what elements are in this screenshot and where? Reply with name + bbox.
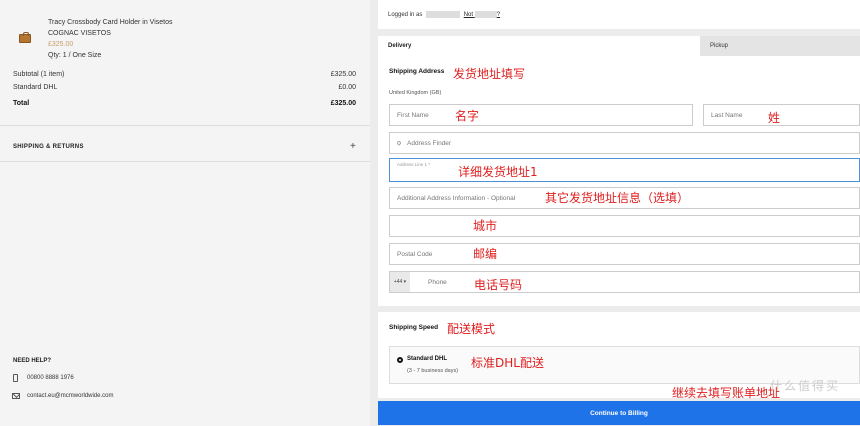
checkout-panel: Logged in as Not ? Delivery Pickup Shipp… bbox=[370, 0, 860, 426]
annotation-address-line1: 详细发货地址1 bbox=[458, 165, 538, 179]
postal-code-field[interactable]: Postal Code bbox=[389, 243, 860, 265]
option-days: (3 - 7 business days) bbox=[407, 368, 459, 374]
annotation-city: 城市 bbox=[473, 219, 498, 233]
subtotal-label: Subtotal (1 item) bbox=[13, 71, 65, 78]
annotation-postal-code: 邮编 bbox=[473, 247, 498, 261]
total-row: Total £325.00 bbox=[13, 100, 356, 107]
annotation-continue-billing: 继续去填写账单地址 bbox=[672, 386, 781, 400]
shipping-address-title: Shipping Address bbox=[389, 68, 445, 75]
annotation-shipping-mode: 配送模式 bbox=[447, 322, 496, 336]
need-help-heading: NEED HELP? bbox=[13, 358, 52, 364]
subtotal-row: Subtotal (1 item) £325.00 bbox=[13, 71, 356, 78]
shipping-value: £0.00 bbox=[338, 84, 356, 91]
total-value: £325.00 bbox=[330, 100, 356, 107]
product-brand: COGNAC VISETOS bbox=[48, 30, 111, 37]
shipping-returns-toggle[interactable]: SHIPPING & RETURNS bbox=[13, 144, 84, 150]
divider bbox=[0, 125, 370, 126]
subtotal-value: £325.00 bbox=[330, 71, 356, 78]
option-name: Standard DHL bbox=[407, 356, 448, 362]
annotation-phone: 电话号码 bbox=[474, 278, 523, 292]
radio-selected-icon[interactable] bbox=[397, 357, 403, 363]
logged-in-text: Logged in as Not ? bbox=[388, 11, 500, 18]
product-thumbnail bbox=[19, 32, 31, 43]
order-summary-panel: Tracy Crossbody Card Holder in Visetos C… bbox=[0, 0, 370, 426]
shipping-label: Standard DHL bbox=[13, 84, 58, 91]
product-price: £325.00 bbox=[48, 41, 74, 48]
shipping-form: Delivery Pickup Shipping Address United … bbox=[378, 36, 860, 306]
phone-prefix-select[interactable]: +44 ▾ bbox=[390, 272, 410, 292]
annotation-address-other: 其它发货地址信息（选填） bbox=[545, 191, 690, 205]
phone-field[interactable]: +44 ▾ Phone bbox=[389, 271, 860, 293]
tab-pickup[interactable]: Pickup bbox=[700, 36, 860, 56]
divider bbox=[0, 161, 370, 162]
redacted-email bbox=[426, 11, 461, 18]
product-qty: Qty: 1 / One Size bbox=[48, 52, 102, 59]
annotation-first-name: 名字 bbox=[455, 109, 480, 123]
plus-icon[interactable]: + bbox=[350, 141, 356, 152]
continue-to-billing-button[interactable]: Continue to Billing bbox=[378, 401, 860, 425]
shipping-row: Standard DHL £0.00 bbox=[13, 84, 356, 91]
total-label: Total bbox=[13, 100, 30, 107]
last-name-field[interactable]: Last Name bbox=[703, 104, 860, 126]
shipping-speed-title: Shipping Speed bbox=[389, 324, 439, 331]
not-user-link[interactable]: Not ? bbox=[464, 11, 500, 18]
support-email-link[interactable]: contact.eu@mcmworldwide.com bbox=[27, 393, 113, 399]
tab-delivery[interactable]: Delivery bbox=[378, 36, 700, 56]
support-phone-link[interactable]: 00800 8888 1976 bbox=[27, 375, 74, 381]
logged-in-label: Logged in as bbox=[388, 12, 423, 19]
mail-icon bbox=[12, 393, 20, 399]
country-label: United Kingdom (GB) bbox=[389, 90, 442, 96]
location-pin-icon bbox=[396, 140, 402, 146]
watermark: 什么值得买 bbox=[770, 379, 841, 393]
phone-icon bbox=[13, 374, 18, 382]
account-bar: Logged in as Not ? bbox=[378, 0, 860, 29]
annotation-shipping-address: 发货地址填写 bbox=[453, 67, 526, 81]
product-name: Tracy Crossbody Card Holder in Visetos bbox=[48, 19, 173, 26]
city-field[interactable] bbox=[389, 215, 860, 237]
annotation-standard-dhl: 标准DHL配送 bbox=[471, 356, 544, 370]
first-name-field[interactable]: First Name bbox=[389, 104, 693, 126]
annotation-last-name: 姓 bbox=[768, 111, 781, 125]
address-finder-field[interactable]: Address Finder bbox=[389, 132, 860, 154]
redacted-name bbox=[474, 11, 497, 18]
